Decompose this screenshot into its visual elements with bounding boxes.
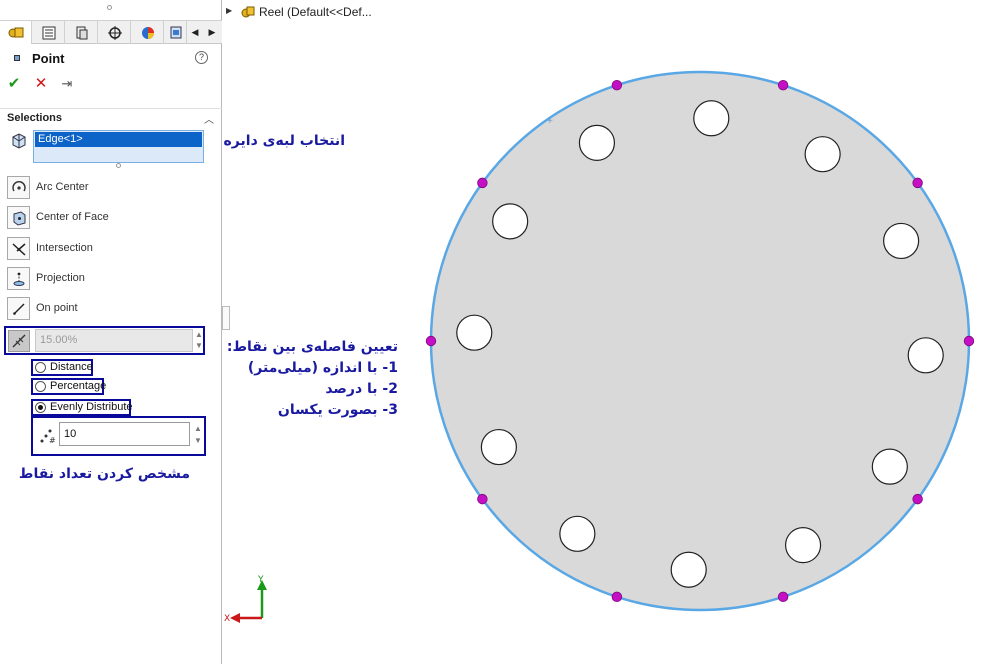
center-of-face-label: Center of Face bbox=[36, 211, 109, 223]
on-point-icon bbox=[7, 297, 30, 320]
point-count-icon: # bbox=[40, 429, 56, 445]
option-arc-center[interactable]: Arc Center bbox=[7, 176, 207, 200]
selections-group-header[interactable]: Selections ︿ bbox=[0, 108, 222, 126]
radio-evenly-distribute-label: Evenly Distribute bbox=[50, 401, 133, 413]
arc-center-icon bbox=[7, 176, 30, 199]
center-of-face-icon bbox=[7, 206, 30, 229]
panel-resize-grip[interactable] bbox=[0, 0, 222, 18]
bolt-hole[interactable] bbox=[871, 448, 908, 485]
option-on-point[interactable]: On point bbox=[7, 297, 207, 321]
expand-triangle-icon[interactable]: ▶ bbox=[226, 6, 232, 15]
sketch-point-marker[interactable] bbox=[425, 335, 437, 347]
option-projection[interactable]: Projection bbox=[7, 267, 207, 291]
point-feature-icon bbox=[14, 55, 20, 61]
question-icon[interactable]: ? bbox=[195, 51, 208, 64]
feature-title-row: Point ? bbox=[0, 48, 222, 70]
radio-percentage-circle[interactable] bbox=[35, 381, 46, 392]
bolt-hole[interactable] bbox=[456, 314, 493, 351]
point-count-input[interactable]: 10 bbox=[59, 422, 190, 446]
cursor-mark: + bbox=[547, 116, 553, 127]
radio-distance-circle[interactable] bbox=[35, 362, 46, 373]
radio-evenly-distribute[interactable]: Evenly Distribute bbox=[31, 399, 133, 416]
bolt-hole[interactable] bbox=[578, 124, 616, 161]
triad-x-label: X bbox=[224, 614, 230, 624]
graphics-viewport[interactable]: + bbox=[224, 24, 1000, 664]
arc-center-label: Arc Center bbox=[36, 181, 89, 193]
confirm-actions: ✔ ✕ ⇥ bbox=[0, 74, 222, 96]
tab-feature-manager[interactable] bbox=[0, 21, 32, 44]
spin-down-icon[interactable]: ▼ bbox=[194, 341, 204, 351]
on-point-label: On point bbox=[36, 302, 78, 314]
tab-scroll-left-icon[interactable]: ◀ bbox=[188, 21, 202, 44]
selection-list-resize-handle[interactable] bbox=[116, 163, 121, 168]
property-manager-panel: ◀ ▶ Point ? ✔ ✕ ⇥ Selections ︿ Edge<1> A… bbox=[0, 0, 222, 664]
count-spin-down-icon[interactable]: ▼ bbox=[193, 436, 203, 446]
bolt-hole[interactable] bbox=[480, 428, 517, 466]
configuration-icon bbox=[76, 26, 87, 39]
point-count-group: # 10 ▲ ▼ bbox=[31, 416, 206, 456]
chevron-up-icon[interactable]: ︿ bbox=[204, 111, 214, 126]
intersection-icon bbox=[7, 237, 30, 260]
sketch-point-marker[interactable] bbox=[611, 591, 623, 603]
radio-distance-label: Distance bbox=[50, 361, 93, 373]
bolt-hole[interactable] bbox=[784, 527, 822, 564]
manager-tab-bar: ◀ ▶ bbox=[0, 20, 222, 44]
sketch-point-marker[interactable] bbox=[912, 493, 923, 505]
intersection-label: Intersection bbox=[36, 242, 93, 254]
option-intersection[interactable]: Intersection bbox=[7, 237, 207, 261]
sketch-point-marker[interactable] bbox=[777, 79, 789, 91]
tab-display-manager[interactable] bbox=[132, 21, 164, 44]
selections-header-label: Selections bbox=[7, 112, 63, 124]
radio-evenly-distribute-circle[interactable] bbox=[35, 402, 46, 413]
tab-dimxpert-manager[interactable] bbox=[99, 21, 131, 44]
bolt-hole[interactable] bbox=[492, 203, 529, 240]
cancel-button[interactable]: ✕ bbox=[32, 74, 50, 94]
svg-text:#: # bbox=[49, 436, 56, 445]
option-center-of-face[interactable]: Center of Face bbox=[7, 206, 207, 230]
spin-up-icon[interactable]: ▲ bbox=[194, 330, 204, 340]
coordinate-triad: Y X bbox=[224, 575, 267, 624]
appearance-pie-icon bbox=[141, 26, 154, 39]
tab-configuration-manager[interactable] bbox=[66, 21, 98, 44]
ok-button[interactable]: ✔ bbox=[5, 74, 23, 94]
feature-title: Point bbox=[32, 51, 65, 66]
reference-entity-icon bbox=[12, 133, 26, 149]
selection-list[interactable]: Edge<1> bbox=[33, 130, 204, 163]
pin-button[interactable]: ⇥ bbox=[58, 74, 76, 94]
sketch-point-marker[interactable] bbox=[611, 79, 623, 91]
sketch-point-marker[interactable] bbox=[912, 177, 923, 189]
tab-property-manager[interactable] bbox=[33, 21, 65, 44]
bolt-hole[interactable] bbox=[883, 222, 920, 260]
radio-percentage-label: Percentage bbox=[50, 380, 107, 392]
bolt-hole[interactable] bbox=[804, 136, 841, 173]
tab-cam-manager[interactable] bbox=[165, 21, 187, 44]
bolt-hole[interactable] bbox=[670, 551, 707, 588]
radio-distance[interactable]: Distance bbox=[31, 359, 93, 376]
bolt-hole[interactable] bbox=[693, 100, 730, 137]
disc-body[interactable] bbox=[429, 70, 971, 612]
annotation-point-count: مشخص کردن تعداد نقاط bbox=[18, 466, 190, 482]
cam-tree-icon bbox=[170, 26, 181, 38]
bolt-hole[interactable] bbox=[559, 515, 596, 552]
property-list-icon bbox=[42, 26, 55, 39]
bolt-hole[interactable] bbox=[907, 337, 944, 374]
sketch-point-marker[interactable] bbox=[777, 591, 789, 603]
part-name-label: Reel (Default<<Def... bbox=[259, 5, 372, 19]
crosshair-icon bbox=[107, 25, 122, 40]
count-spin-up-icon[interactable]: ▲ bbox=[193, 424, 203, 434]
part-icon bbox=[241, 6, 255, 18]
distance-value-group: 15.00% ▲ ▼ bbox=[4, 326, 205, 355]
selected-edge-item[interactable]: Edge<1> bbox=[35, 132, 202, 147]
feature-tree-icon bbox=[8, 27, 23, 37]
distance-along-curve-icon bbox=[8, 330, 30, 352]
distance-input[interactable]: 15.00% bbox=[35, 329, 193, 352]
sketch-point-marker[interactable] bbox=[963, 335, 975, 347]
tab-scroll-right-icon[interactable]: ▶ bbox=[205, 21, 219, 44]
sketch-point-marker[interactable] bbox=[477, 493, 488, 505]
projection-label: Projection bbox=[36, 272, 85, 284]
projection-icon bbox=[7, 267, 30, 290]
triad-y-label: Y bbox=[257, 575, 264, 585]
sketch-point-marker[interactable] bbox=[477, 177, 488, 189]
radio-percentage[interactable]: Percentage bbox=[31, 378, 107, 395]
